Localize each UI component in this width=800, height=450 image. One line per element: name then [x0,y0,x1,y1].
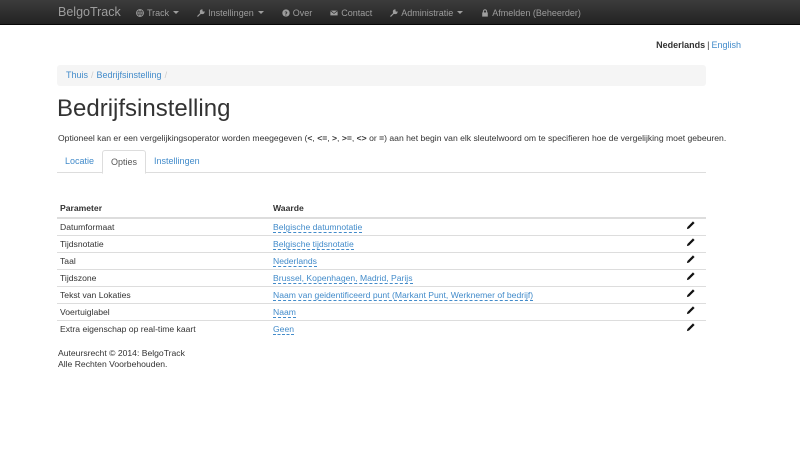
nav-item-label: Contact [341,7,373,18]
value-cell: Naam [270,302,674,320]
breadcrumb-home[interactable]: Thuis [66,70,88,80]
value-cell: Belgische datumnotatie [270,217,674,235]
table-row: Voertuiglabel Naam [57,302,706,320]
edit-cell [674,251,706,269]
header-value: Waarde [270,199,674,219]
settings-table: Parameter Waarde Datumformaat Belgische d… [57,199,706,337]
intro-suffix: ) aan het begin van elk sleutelwoord om … [384,133,727,143]
edit-cell [674,217,706,235]
editable-value-link[interactable]: Brussel, Kopenhagen, Madrid, Parijs [273,272,413,284]
value-cell: Naam van geidentificeerd punt (Markant P… [270,285,674,303]
parameter-cell: Tekst van Lokaties [57,285,270,303]
tab-locatie[interactable]: Locatie [57,150,102,173]
parameter-cell: Taal [57,251,270,269]
globe-icon [136,8,144,17]
editable-value-link[interactable]: Geen [273,323,295,335]
pencil-icon[interactable] [686,238,695,247]
editable-value-link[interactable]: Belgische datumnotatie [273,221,363,233]
pencil-icon[interactable] [686,323,695,332]
edit-cell [674,302,706,320]
operator-or: or [366,133,380,143]
language-switcher: Nederlands | English [656,40,741,50]
value-cell: Belgische tijdsnotatie [270,234,674,252]
lock-icon [481,8,489,17]
parameter-cell: Tijdsnotatie [57,234,270,252]
breadcrumb-separator: / [164,70,168,80]
language-active: Nederlands [656,40,706,50]
value-cell: Brussel, Kopenhagen, Madrid, Parijs [270,268,674,286]
nav-item-over[interactable]: ? Over [273,0,322,25]
wrench-icon [390,8,398,17]
nav-item-afmelden-beheerder[interactable]: Afmelden (Beheerder) [472,0,590,25]
breadcrumb-current[interactable]: Bedrijfsinstelling [97,70,162,80]
pencil-icon[interactable] [686,306,695,315]
table-row: Extra eigenschap op real-time kaart Geen [57,319,706,337]
breadcrumb-separator: / [91,70,94,80]
value-cell: Geen [270,319,674,337]
table-header-row: Parameter Waarde [57,199,706,219]
editable-value-link[interactable]: Naam [273,306,296,318]
nav-item-track[interactable]: Track [127,0,188,25]
settings-table-body: Datumformaat Belgische datumnotatie Tijdsn… [57,217,706,337]
nav-item-label: Track [147,7,170,18]
pencil-icon[interactable] [686,272,695,281]
header-parameter: Parameter [57,199,270,219]
table-row: Datumformaat Belgische datumnotatie [57,217,706,235]
language-separator: | [707,40,710,50]
nav-item-contact[interactable]: Contact [321,0,381,25]
parameter-cell: Voertuiglabel [57,302,270,320]
parameter-cell: Extra eigenschap op real-time kaart [57,319,270,337]
pencil-icon[interactable] [686,255,695,264]
table-row: Tekst van Lokaties Naam van geidentificee… [57,285,706,303]
operator-token: <= [317,133,328,143]
svg-text:?: ? [284,11,287,17]
editable-value-link[interactable]: Belgische tijdsnotatie [273,238,354,250]
question-circle-icon: ? [282,8,290,17]
top-navbar: BelgoTrack Track Instellingen? Over Contact… [0,0,800,25]
page-title: Bedrijfsinstelling [57,95,231,122]
footer-copyright: Auteursrecht © 2014: BelgoTrack [58,348,185,358]
header-edit [674,199,706,219]
value-cell: Nederlands [270,251,674,269]
tab-bar: Locatie Opties Instellingen [57,150,706,174]
footer: Auteursrecht © 2014: BelgoTrack Alle Rec… [58,348,185,370]
intro-prefix: Optioneel kan er een vergelijkingsoperat… [58,133,308,143]
footer-rights: Alle Rechten Voorbehouden. [58,359,168,369]
nav-item-label: Instellingen [208,7,254,18]
caret-down-icon [173,11,180,14]
table-row: Taal Nederlands [57,251,706,269]
editable-value-link[interactable]: Nederlands [273,255,317,267]
nav-item-label: Administratie [401,7,454,18]
caret-down-icon [257,11,264,14]
wrench-icon [197,8,205,17]
edit-cell [674,234,706,252]
tab-opties[interactable]: Opties [102,150,147,174]
table-row: Tijdsnotatie Belgische tijdsnotatie [57,234,706,252]
edit-cell [674,319,706,337]
language-english-link[interactable]: English [711,40,741,50]
nav-item-instellingen[interactable]: Instellingen [188,0,273,25]
pencil-icon[interactable] [686,289,695,298]
nav-item-label: Over [292,7,313,18]
breadcrumb: Thuis / Bedrijfsinstelling / [57,65,706,86]
nav-menu: Track Instellingen? Over Contact Administrat… [127,0,590,25]
nav-item-label: Afmelden (Beheerder) [492,7,581,18]
operator-token: >= [341,133,352,143]
table-row: Tijdszone Brussel, Kopenhagen, Madrid, Pa… [57,268,706,286]
edit-cell [674,268,706,286]
brand-logo[interactable]: BelgoTrack [58,5,121,19]
intro-text: Optioneel kan er een vergelijkingsoperat… [58,133,726,143]
pencil-icon[interactable] [686,221,695,230]
operator-token: <> [356,133,367,143]
caret-down-icon [457,11,464,14]
nav-item-administratie[interactable]: Administratie [381,0,472,25]
parameter-cell: Datumformaat [57,217,270,235]
editable-value-link[interactable]: Naam van geidentificeerd punt (Markant P… [273,289,534,301]
edit-cell [674,285,706,303]
envelope-icon [330,9,338,17]
parameter-cell: Tijdszone [57,268,270,286]
tab-instellingen[interactable]: Instellingen [146,150,208,173]
